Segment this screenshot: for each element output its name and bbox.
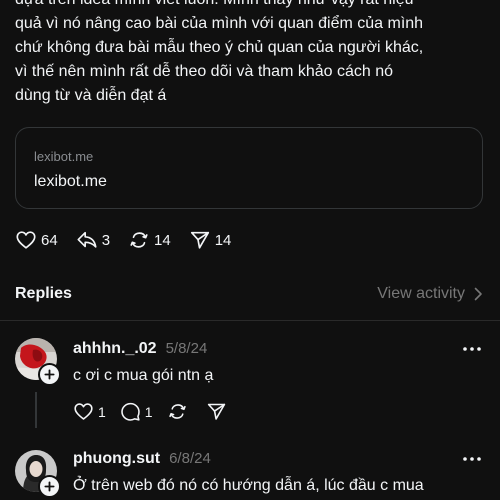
post-text-line: vì thế nên mình rất dễ theo dõi và tham … xyxy=(15,63,394,80)
post-text-line: dựa trên idea mình viết luôn. Mình thấy … xyxy=(15,0,490,12)
repost-icon xyxy=(168,404,186,419)
share-count: 14 xyxy=(214,231,232,249)
reply-header: ahhhn._.02 5/8/24 xyxy=(73,340,207,358)
view-activity-link[interactable]: View activity xyxy=(377,285,485,303)
comment-bubble-icon xyxy=(121,402,140,421)
reply-actions: 1 1 xyxy=(73,401,245,422)
comment-count: 1 xyxy=(144,403,153,420)
link-title: lexibot.me xyxy=(34,173,107,190)
send-icon xyxy=(190,231,209,249)
reply-arrow-icon xyxy=(77,231,97,248)
thread-screen: dựa trên idea mình viết luôn. Mình thấy … xyxy=(0,0,500,500)
comment-button[interactable]: 1 xyxy=(120,401,153,422)
reply-date: 6/8/24 xyxy=(169,450,211,467)
more-options-icon[interactable] xyxy=(462,346,482,352)
post-text: dựa trên idea mình viết luôn. Mình thấy … xyxy=(15,0,490,108)
link-domain-caption: lexibot.me xyxy=(34,149,94,164)
repost-count: 14 xyxy=(154,231,171,249)
repost-button[interactable] xyxy=(167,401,192,422)
send-icon xyxy=(207,403,225,420)
thread-line xyxy=(35,392,37,428)
plus-icon xyxy=(44,481,55,492)
replies-title: Replies xyxy=(15,285,72,302)
reply-username[interactable]: ahhhn._.02 xyxy=(73,340,157,358)
repost-button[interactable]: 14 xyxy=(128,229,171,251)
more-options-icon[interactable] xyxy=(462,456,482,462)
link-preview-card[interactable]: lexibot.me lexibot.me xyxy=(15,127,483,209)
repost-icon xyxy=(130,232,148,248)
follow-plus-button[interactable] xyxy=(38,363,61,386)
post-text-line: quả vì nó nâng cao bài của mình với quan… xyxy=(15,15,424,32)
share-button[interactable]: 14 xyxy=(189,229,232,251)
post-text-line: chứ không đưa bài mẫu theo ý chủ quan củ… xyxy=(15,39,424,56)
chevron-right-icon xyxy=(474,287,482,301)
post-actions: 64 3 14 14 xyxy=(15,228,249,252)
heart-icon xyxy=(16,231,36,249)
reply-text: c ơi c mua gói ntn ạ xyxy=(73,367,214,384)
like-count: 1 xyxy=(98,403,106,420)
reply-count: 3 xyxy=(101,231,111,249)
share-button[interactable] xyxy=(206,401,231,422)
replies-header: Replies View activity xyxy=(15,283,485,307)
like-button[interactable]: 64 xyxy=(15,229,58,251)
reply-date: 5/8/24 xyxy=(165,340,208,357)
reply-text: Ở trên web đó nó có hướng dẫn á, lúc đầu… xyxy=(73,477,424,494)
reply-header: phuong.sut 6/8/24 xyxy=(73,450,211,468)
post-text-line: dùng từ và diễn đạt á xyxy=(15,87,167,104)
like-count: 64 xyxy=(41,231,58,249)
like-button[interactable]: 1 xyxy=(73,401,106,422)
view-activity-label: View activity xyxy=(377,285,465,302)
reply-username[interactable]: phuong.sut xyxy=(73,450,160,468)
plus-icon xyxy=(44,369,55,380)
section-divider xyxy=(0,320,500,321)
follow-plus-button[interactable] xyxy=(38,475,61,498)
heart-icon xyxy=(74,403,93,420)
reply-button[interactable]: 3 xyxy=(76,229,110,251)
